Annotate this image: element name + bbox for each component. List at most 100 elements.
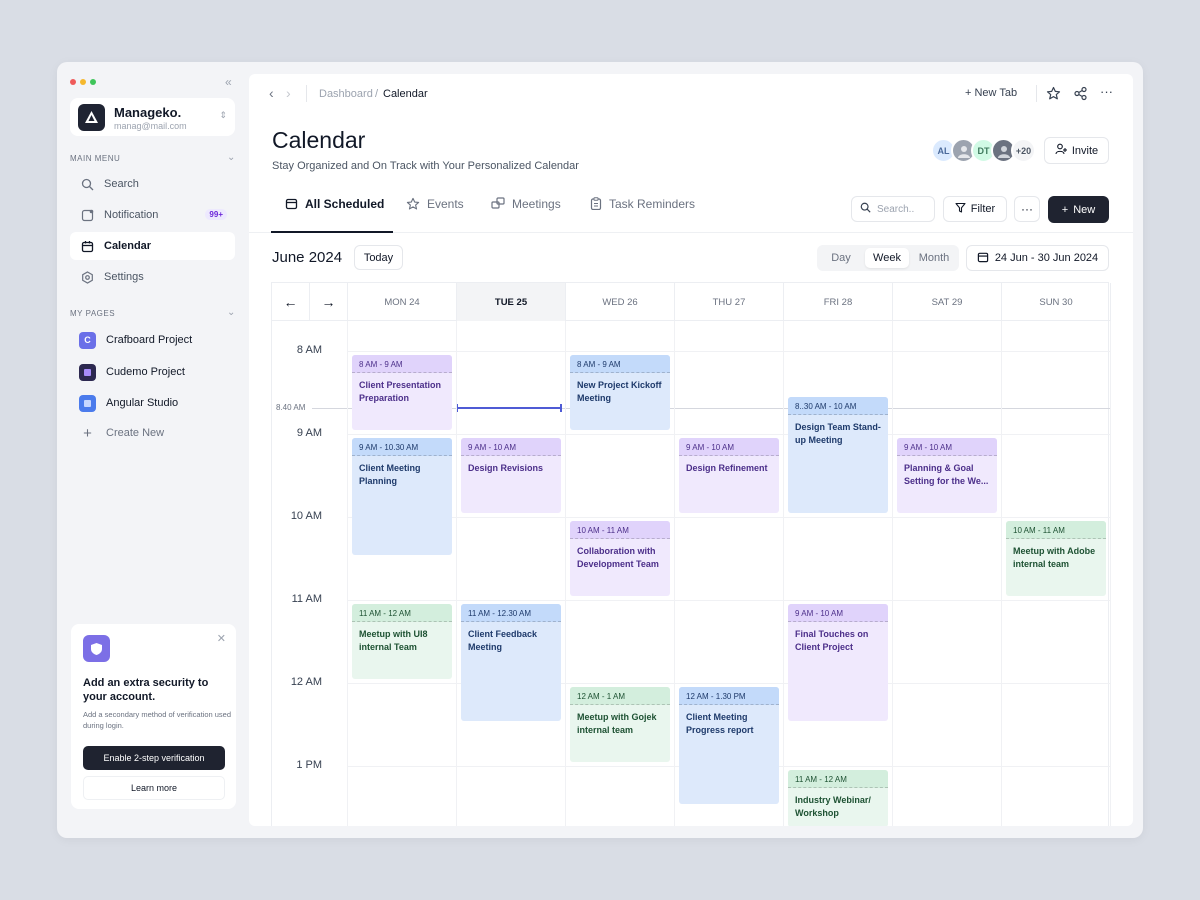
- search-placeholder: Search..: [877, 203, 915, 215]
- workspace-email: manag@mail.com: [114, 121, 187, 131]
- week-grid: ← → MON 24 TUE 25 WED 26 THU 27 FRI 28 SAT 29…: [271, 282, 1111, 826]
- sidebar-item-settings[interactable]: Settings: [70, 263, 235, 291]
- day-header[interactable]: THU 27: [675, 283, 784, 321]
- window-controls: [70, 79, 96, 85]
- close-icon[interactable]: ✕: [217, 632, 226, 645]
- event-time: 9 AM - 10 AM: [461, 438, 561, 456]
- today-button[interactable]: Today: [354, 245, 403, 270]
- calendar-event[interactable]: 9 AM - 10 AM Planning & Goal Setting for …: [897, 438, 997, 513]
- calendar-event[interactable]: 12 AM - 1 AM Meetup with Gojek internal t…: [570, 687, 670, 762]
- calendar-event[interactable]: 9 AM - 10 AM Design Refinement: [679, 438, 779, 513]
- main-menu-label: MAIN MENU: [70, 154, 121, 163]
- day-header[interactable]: MON 24: [348, 283, 457, 321]
- calendar-event[interactable]: 9 AM - 10 AM Design Revisions: [461, 438, 561, 513]
- more-options-button[interactable]: ···: [1014, 196, 1040, 222]
- chevron-down-icon[interactable]: ⌄: [227, 307, 235, 318]
- column-divider: [1110, 321, 1111, 826]
- calendar-event[interactable]: 12 AM - 1.30 PM Client Meeting Progress r…: [679, 687, 779, 804]
- hour-label: 10 AM: [290, 510, 322, 522]
- calendar-event[interactable]: 10 AM - 11 AM Meetup with Adobe internal …: [1006, 521, 1106, 596]
- project-logo-icon: [79, 394, 96, 412]
- minimize-window-dot[interactable]: [80, 79, 86, 85]
- column-divider: [674, 321, 675, 826]
- invite-button[interactable]: Invite: [1044, 137, 1109, 164]
- filter-button[interactable]: Filter: [943, 196, 1007, 222]
- top-bar: ‹ › Dashboard / Calendar + New Tab ···: [249, 74, 1133, 114]
- sidebar-item-notification[interactable]: Notification 99+: [70, 201, 235, 229]
- view-day-button[interactable]: Day: [820, 248, 862, 268]
- back-icon[interactable]: ‹: [269, 85, 274, 101]
- page-subtitle: Stay Organized and On Track with Your Pe…: [272, 160, 579, 172]
- new-tab-button[interactable]: + New Tab: [965, 87, 1017, 99]
- chevron-down-icon[interactable]: ⌄: [227, 152, 235, 163]
- day-header[interactable]: SAT 29: [893, 283, 1002, 321]
- sidebar-item-label: Settings: [104, 271, 144, 283]
- event-time: 11 AM - 12.30 AM: [461, 604, 561, 622]
- calendar-event[interactable]: 8 AM - 9 AM Client Presentation Preparati…: [352, 355, 452, 430]
- day-header[interactable]: SUN 30: [1002, 283, 1111, 321]
- day-header[interactable]: WED 26: [566, 283, 675, 321]
- shield-icon: [83, 635, 110, 662]
- create-new-button[interactable]: + Create New: [70, 420, 235, 446]
- forward-icon[interactable]: ›: [286, 85, 291, 101]
- tab-meetings[interactable]: Meetings: [491, 197, 561, 227]
- month-label: June 2024: [272, 249, 343, 266]
- bell-icon: [80, 208, 94, 222]
- day-header[interactable]: FRI 28: [784, 283, 893, 321]
- view-month-button[interactable]: Month: [912, 248, 956, 268]
- sidebar-item-search[interactable]: Search: [70, 170, 235, 198]
- tab-events[interactable]: Events: [406, 197, 464, 227]
- sidebar-page-crafboard[interactable]: C Crafboard Project: [70, 327, 235, 353]
- calendar-icon: [80, 239, 94, 253]
- event-time: 11 AM - 12 AM: [352, 604, 452, 622]
- date-range-label: 24 Jun - 30 Jun 2024: [994, 252, 1099, 264]
- calendar-event[interactable]: 11 AM - 12 AM Industry Webinar/ Workshop: [788, 770, 888, 826]
- learn-more-button[interactable]: Learn more: [83, 776, 225, 800]
- calendar-event[interactable]: 9 AM - 10 AM Final Touches on Client Proj…: [788, 604, 888, 721]
- calendar-event[interactable]: 11 AM - 12.30 AM Client Feedback Meeting: [461, 604, 561, 721]
- new-event-button[interactable]: + New: [1048, 196, 1109, 223]
- workspace-switcher[interactable]: Manageko. manag@mail.com ⇕: [70, 98, 235, 136]
- star-icon[interactable]: [1046, 86, 1061, 104]
- hour-divider: [348, 600, 1110, 601]
- event-time: 10 AM - 11 AM: [570, 521, 670, 539]
- create-new-label: Create New: [106, 427, 165, 439]
- tab-task-reminders[interactable]: Task Reminders: [590, 197, 695, 227]
- share-icon[interactable]: [1073, 86, 1088, 104]
- sidebar-item-calendar[interactable]: Calendar: [70, 232, 235, 260]
- breadcrumb-dashboard[interactable]: Dashboard: [319, 88, 373, 100]
- event-title: Industry Webinar/ Workshop: [795, 795, 871, 818]
- calendar-event[interactable]: 9 AM - 10.30 AM Client Meeting Planning: [352, 438, 452, 555]
- tab-all-scheduled[interactable]: All Scheduled: [285, 197, 384, 227]
- day-header[interactable]: TUE 25: [457, 283, 566, 321]
- sidebar-page-cudemo[interactable]: Cudemo Project: [70, 359, 235, 385]
- calendar-event[interactable]: 10 AM - 11 AM Collaboration with Developm…: [570, 521, 670, 596]
- event-time: 9 AM - 10 AM: [788, 604, 888, 622]
- sidebar-item-label: Notification: [104, 209, 159, 221]
- collapse-sidebar-icon[interactable]: «: [225, 75, 232, 89]
- previous-week-button[interactable]: ←: [272, 283, 310, 321]
- enable-2fa-button[interactable]: Enable 2-step verification: [83, 746, 225, 770]
- security-card-description: Add a secondary method of verification u…: [83, 710, 232, 730]
- chevron-up-down-icon: ⇕: [219, 110, 227, 120]
- close-window-dot[interactable]: [70, 79, 76, 85]
- avatar-overflow-count[interactable]: +20: [1011, 138, 1036, 163]
- event-time: 8 AM - 9 AM: [352, 355, 452, 373]
- column-divider: [456, 321, 457, 826]
- date-range-picker[interactable]: 24 Jun - 30 Jun 2024: [966, 245, 1109, 271]
- star-icon: [406, 197, 420, 214]
- workspace-name: Manageko.: [114, 105, 182, 120]
- tab-label: All Scheduled: [305, 197, 385, 211]
- plus-icon: +: [83, 424, 92, 442]
- search-icon: [860, 202, 871, 216]
- maximize-window-dot[interactable]: [90, 79, 96, 85]
- calendar-event[interactable]: 8..30 AM - 10 AM Design Team Stand-up Mee…: [788, 396, 888, 513]
- search-input[interactable]: Search..: [851, 196, 935, 222]
- sidebar-page-angular[interactable]: Angular Studio: [70, 390, 235, 416]
- calendar-event[interactable]: 11 AM - 12 AM Meetup with UI8 internal Te…: [352, 604, 452, 679]
- more-options-icon[interactable]: ···: [1100, 84, 1113, 99]
- calendar-event[interactable]: 8 AM - 9 AM New Project Kickoff Meeting: [570, 355, 670, 430]
- next-week-button[interactable]: →: [310, 283, 348, 321]
- view-week-button[interactable]: Week: [865, 248, 909, 268]
- hour-label: 11 AM: [291, 593, 322, 605]
